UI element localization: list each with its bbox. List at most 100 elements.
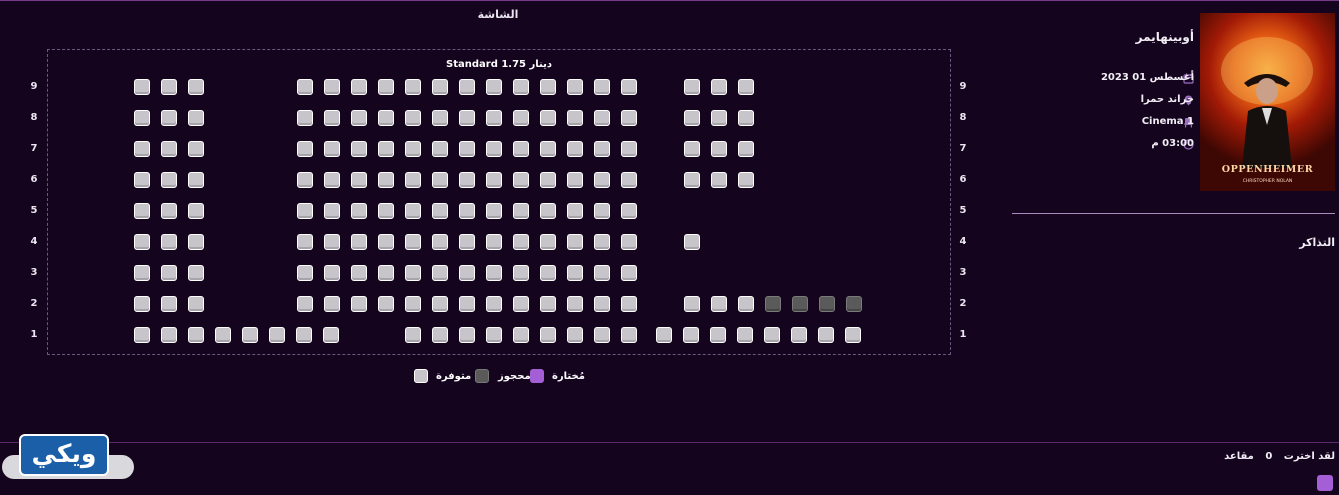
seat-available[interactable] (297, 172, 313, 188)
seat-available[interactable] (540, 172, 556, 188)
seat-available[interactable] (513, 79, 529, 95)
seat-available[interactable] (405, 234, 421, 250)
seat-available[interactable] (567, 234, 583, 250)
seat-available[interactable] (737, 327, 753, 343)
seat-available[interactable] (432, 296, 448, 312)
seat-available[interactable] (405, 172, 421, 188)
seat-available[interactable] (540, 110, 556, 126)
seat-available[interactable] (540, 141, 556, 157)
seat-available[interactable] (567, 172, 583, 188)
seat-available[interactable] (567, 296, 583, 312)
seat-available[interactable] (594, 141, 610, 157)
seat-available[interactable] (378, 172, 394, 188)
seat-available[interactable] (711, 110, 727, 126)
seat-available[interactable] (161, 79, 177, 95)
seat-available[interactable] (711, 296, 727, 312)
seat-available[interactable] (594, 79, 610, 95)
seat-available[interactable] (324, 141, 340, 157)
seat-available[interactable] (432, 172, 448, 188)
seat-available[interactable] (845, 327, 861, 343)
seat-available[interactable] (324, 234, 340, 250)
seat-available[interactable] (134, 172, 150, 188)
seat-available[interactable] (683, 327, 699, 343)
seat-available[interactable] (459, 141, 475, 157)
seat-available[interactable] (134, 296, 150, 312)
seat-available[interactable] (378, 265, 394, 281)
seat-available[interactable] (459, 327, 475, 343)
seat-available[interactable] (621, 172, 637, 188)
seat-available[interactable] (215, 327, 231, 343)
seat-available[interactable] (269, 327, 285, 343)
seat-available[interactable] (567, 79, 583, 95)
seat-available[interactable] (594, 265, 610, 281)
seat-available[interactable] (513, 172, 529, 188)
seat-available[interactable] (684, 172, 700, 188)
seat-available[interactable] (540, 327, 556, 343)
seat-available[interactable] (351, 265, 367, 281)
seat-available[interactable] (459, 203, 475, 219)
seat-available[interactable] (324, 265, 340, 281)
seat-available[interactable] (378, 296, 394, 312)
seat-available[interactable] (567, 265, 583, 281)
seat-available[interactable] (324, 172, 340, 188)
seat-available[interactable] (378, 234, 394, 250)
seat-available[interactable] (594, 296, 610, 312)
seat-available[interactable] (351, 79, 367, 95)
seat-available[interactable] (432, 234, 448, 250)
seat-available[interactable] (378, 110, 394, 126)
seat-available[interactable] (513, 234, 529, 250)
seat-available[interactable] (621, 110, 637, 126)
seat-available[interactable] (738, 79, 754, 95)
seat-available[interactable] (710, 327, 726, 343)
seat-available[interactable] (540, 234, 556, 250)
seat-available[interactable] (594, 203, 610, 219)
seat-available[interactable] (567, 203, 583, 219)
seat-available[interactable] (621, 141, 637, 157)
seat-available[interactable] (351, 296, 367, 312)
seat-available[interactable] (351, 172, 367, 188)
seat-available[interactable] (621, 79, 637, 95)
seat-available[interactable] (297, 296, 313, 312)
seat-available[interactable] (161, 327, 177, 343)
seat-available[interactable] (486, 265, 502, 281)
seat-available[interactable] (351, 110, 367, 126)
seat-available[interactable] (297, 79, 313, 95)
seat-available[interactable] (513, 327, 529, 343)
seat-available[interactable] (513, 141, 529, 157)
seat-available[interactable] (324, 110, 340, 126)
seat-available[interactable] (459, 234, 475, 250)
seat-available[interactable] (161, 172, 177, 188)
seat-available[interactable] (188, 203, 204, 219)
seat-available[interactable] (405, 327, 421, 343)
seat-available[interactable] (297, 234, 313, 250)
seat-available[interactable] (486, 110, 502, 126)
seat-available[interactable] (567, 327, 583, 343)
seat-available[interactable] (459, 296, 475, 312)
seat-available[interactable] (296, 327, 312, 343)
seat-available[interactable] (161, 110, 177, 126)
seat-available[interactable] (378, 203, 394, 219)
seat-available[interactable] (432, 141, 448, 157)
seat-available[interactable] (486, 141, 502, 157)
seat-available[interactable] (188, 79, 204, 95)
seat-available[interactable] (134, 265, 150, 281)
seat-available[interactable] (188, 110, 204, 126)
seat-available[interactable] (486, 172, 502, 188)
seat-available[interactable] (161, 203, 177, 219)
seat-available[interactable] (684, 296, 700, 312)
seat-available[interactable] (711, 172, 727, 188)
seat-available[interactable] (161, 296, 177, 312)
seat-available[interactable] (188, 327, 204, 343)
seat-available[interactable] (540, 203, 556, 219)
seat-available[interactable] (621, 234, 637, 250)
seat-available[interactable] (540, 296, 556, 312)
seat-available[interactable] (161, 234, 177, 250)
seat-available[interactable] (513, 265, 529, 281)
seat-available[interactable] (134, 79, 150, 95)
seat-available[interactable] (459, 110, 475, 126)
seat-available[interactable] (324, 79, 340, 95)
seat-available[interactable] (351, 141, 367, 157)
seat-available[interactable] (323, 327, 339, 343)
seat-available[interactable] (764, 327, 780, 343)
seat-available[interactable] (378, 141, 394, 157)
